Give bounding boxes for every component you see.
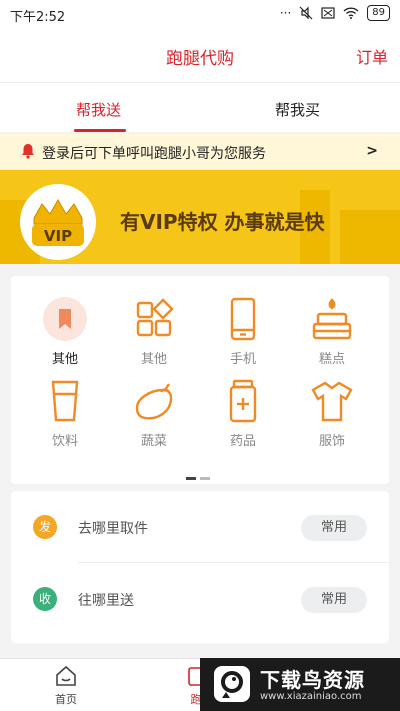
cake-icon <box>312 298 352 340</box>
drink-icon <box>51 380 79 422</box>
category-label: 饮料 <box>51 434 78 449</box>
page-dot <box>200 477 210 480</box>
medicine-icon <box>229 379 257 423</box>
status-time: 下午2:52 <box>10 10 66 25</box>
crown-icon: VIP <box>32 198 84 246</box>
more-icon: ··· <box>279 6 292 20</box>
category-item[interactable]: 手机 <box>203 296 283 367</box>
category-grid: 其他 其他 手机 糕点 饮料 蔬菜 药品 服饰 <box>11 276 389 484</box>
banner-building-decor <box>340 210 400 264</box>
pickup-frequent-button[interactable]: 常用 <box>301 515 367 541</box>
status-bar: 下午2:52 ··· 89 <box>0 0 400 28</box>
vip-badge-text: VIP <box>44 227 72 245</box>
tab-deliver-for-me[interactable]: 帮我送 <box>76 99 121 120</box>
tab-buy-for-me[interactable]: 帮我买 <box>275 99 320 120</box>
category-item[interactable]: 其他 <box>25 296 105 367</box>
grid-icon <box>136 298 174 337</box>
category-item[interactable]: 饮料 <box>25 378 105 449</box>
home-icon <box>56 665 76 686</box>
category-item[interactable]: 服饰 <box>292 378 372 449</box>
category-label: 蔬菜 <box>140 434 167 449</box>
nav-home-label: 首页 <box>55 693 77 706</box>
notice-arrow-icon: > <box>366 143 378 159</box>
eggplant-icon <box>135 383 173 420</box>
category-label: 其他 <box>140 352 167 367</box>
page-dot-active <box>186 477 196 480</box>
phone-icon <box>230 297 256 341</box>
mute-icon <box>299 6 313 20</box>
bird-logo-icon <box>221 671 243 698</box>
pickup-badge: 发 <box>33 515 57 539</box>
delivery-badge: 收 <box>33 587 57 611</box>
category-label: 服饰 <box>318 434 345 449</box>
category-label: 其他 <box>51 352 78 367</box>
page-indicator <box>186 465 214 484</box>
page-title: 跑腿代购 <box>166 49 234 69</box>
nav-home[interactable]: 首页 <box>46 664 86 707</box>
category-item[interactable]: 药品 <box>203 378 283 449</box>
category-label: 手机 <box>229 352 256 367</box>
battery-indicator: 89 <box>367 5 390 21</box>
pickup-row[interactable]: 发 去哪里取件 常用 <box>11 491 389 563</box>
orders-button[interactable]: 订单 <box>356 44 388 68</box>
category-item[interactable]: 糕点 <box>292 296 372 367</box>
sim-icon <box>321 7 335 19</box>
category-label: 糕点 <box>318 352 345 367</box>
category-item[interactable]: 蔬菜 <box>114 378 194 449</box>
watermark: 下载鸟资源 www.xiazainiao.com <box>200 658 400 711</box>
shirt-icon <box>311 381 353 422</box>
category-item[interactable]: 其他 <box>114 296 194 367</box>
watermark-url: www.xiazainiao.com <box>260 691 362 702</box>
notice-text: 登录后可下单呼叫跑腿小哥为您服务 <box>42 146 266 162</box>
bookmark-icon <box>43 297 87 341</box>
vip-banner[interactable]: VIP 有VIP特权 办事就是快 <box>0 170 400 264</box>
active-tab-indicator <box>74 129 126 132</box>
login-notice[interactable]: 登录后可下单呼叫跑腿小哥为您服务 > <box>0 134 400 170</box>
watermark-title: 下载鸟资源 <box>260 668 365 692</box>
status-icons: ··· 89 <box>280 5 390 21</box>
title-bar: 跑腿代购 订单 <box>0 28 400 82</box>
bell-icon <box>22 144 34 159</box>
vip-slogan: 有VIP特权 办事就是快 <box>120 210 325 234</box>
category-label: 药品 <box>229 434 256 449</box>
address-card: 发 去哪里取件 常用 收 往哪里送 常用 <box>11 491 389 643</box>
vip-badge: VIP <box>20 184 96 260</box>
pickup-address-input[interactable]: 去哪里取件 <box>78 518 148 538</box>
wifi-icon <box>343 7 359 19</box>
service-tabs: 帮我送 帮我买 <box>0 82 400 132</box>
watermark-logo <box>214 666 250 702</box>
delivery-frequent-button[interactable]: 常用 <box>301 587 367 613</box>
delivery-row[interactable]: 收 往哪里送 常用 <box>11 563 389 635</box>
delivery-address-input[interactable]: 往哪里送 <box>78 590 134 610</box>
